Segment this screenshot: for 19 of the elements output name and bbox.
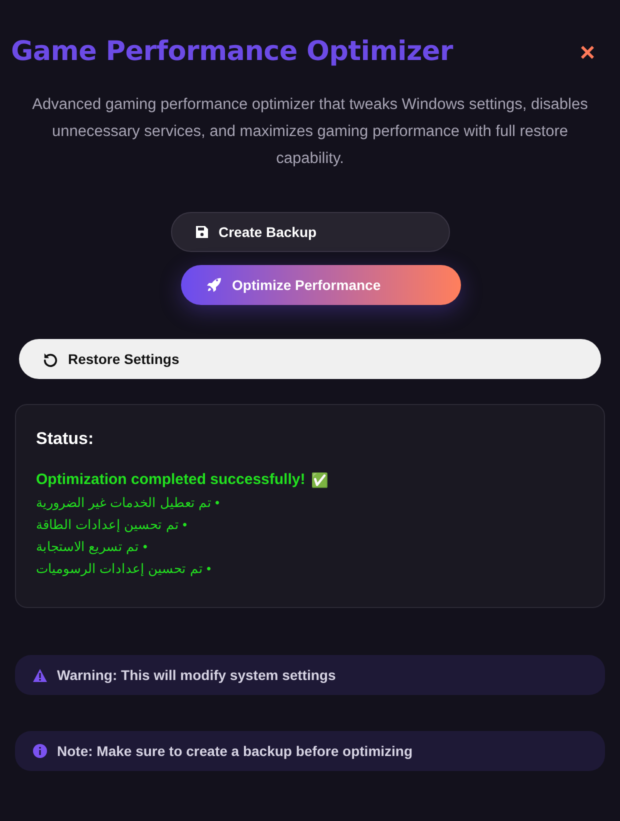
status-line: • تم تعطيل الخدمات غير الضرورية — [36, 495, 220, 510]
description: Advanced gaming performance optimizer that tweaks Windows settings, disables unnecessary services, and maximizes gaming performance with full restore capability. — [31, 95, 589, 169]
warning-icon — [33, 668, 47, 682]
status-heading: Status: — [36, 429, 95, 449]
notice-text: Warning: This will modify system settings — [57, 667, 336, 683]
info-icon — [33, 744, 47, 758]
status-line: • تم تحسين إعدادات الطاقة — [36, 517, 187, 532]
status-message: Optimization completed successfully! — [36, 471, 306, 488]
optimize-button[interactable]: Optimize Performance — [181, 265, 461, 305]
rocket-icon — [206, 277, 222, 293]
notice-text: Note: Make sure to create a backup before optimizing — [57, 743, 413, 759]
check-mark-icon: ✅ — [311, 472, 328, 486]
dialog-title: Game Performance Optimizer — [11, 36, 453, 67]
close-button[interactable]: × — [574, 38, 601, 64]
status-line: • تم تحسين إعدادات الرسوميات — [36, 561, 211, 576]
status-line: • تم تسريع الاستجابة — [36, 539, 148, 554]
undo-icon — [43, 352, 58, 366]
restore-button[interactable]: Restore Settings — [19, 339, 601, 379]
backup-button[interactable]: Create Backup — [170, 212, 450, 252]
